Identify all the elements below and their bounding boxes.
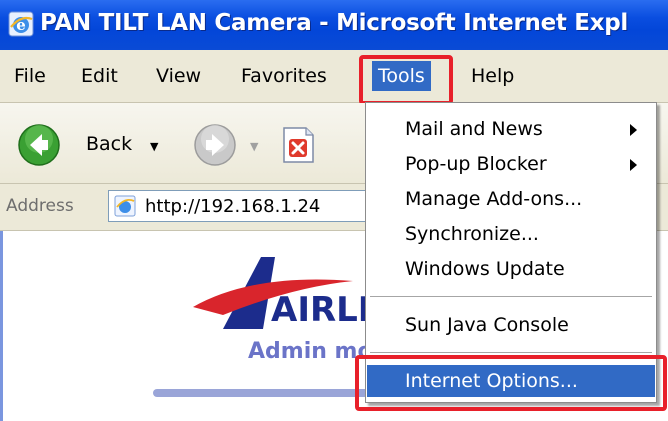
address-label: Address [6, 196, 74, 216]
menu-view[interactable]: View [150, 61, 207, 91]
menu-item-label: Sun Java Console [405, 314, 569, 336]
menu-bar: File Edit View Favorites Tools Help [0, 50, 668, 103]
menu-item-sun-java-console[interactable]: Sun Java Console [367, 309, 655, 341]
menu-item-label: Manage Add-ons... [405, 188, 583, 210]
submenu-arrow-icon [630, 159, 637, 171]
menu-item-popup-blocker[interactable]: Pop-up Blocker [367, 148, 655, 180]
menu-item-label: Windows Update [405, 258, 565, 280]
menu-item-mail-and-news[interactable]: Mail and News [367, 113, 655, 145]
menu-edit[interactable]: Edit [75, 61, 124, 91]
menu-item-label: Pop-up Blocker [405, 153, 547, 175]
logo-text: AIRLI [271, 290, 370, 330]
address-input[interactable]: http://192.168.1.24 [108, 190, 408, 222]
menu-item-label: Synchronize... [405, 223, 539, 245]
menu-item-label: Mail and News [405, 118, 543, 140]
admin-mode-text: Admin mo [248, 339, 373, 364]
back-arrow-icon[interactable] [17, 123, 61, 167]
forward-arrow-icon[interactable] [193, 123, 237, 167]
menu-item-synchronize[interactable]: Synchronize... [367, 218, 655, 250]
forward-dropdown-icon[interactable]: ▼ [250, 140, 258, 153]
content-decorative-bar [153, 389, 383, 397]
back-dropdown-icon[interactable]: ▼ [150, 140, 158, 153]
address-url: http://192.168.1.24 [145, 196, 321, 217]
tools-highlight-box [359, 55, 453, 105]
menu-favorites[interactable]: Favorites [235, 61, 333, 91]
menu-separator [370, 352, 652, 353]
title-bar: e PAN TILT LAN Camera - Microsoft Intern… [0, 0, 668, 50]
menu-item-windows-update[interactable]: Windows Update [367, 253, 655, 285]
menu-separator [370, 296, 652, 297]
internet-explorer-icon: e [8, 11, 34, 37]
menu-item-manage-add-ons[interactable]: Manage Add-ons... [367, 183, 655, 215]
airlink-logo: AIRLI [193, 257, 370, 330]
menu-help[interactable]: Help [465, 61, 520, 91]
window-title: PAN TILT LAN Camera - Microsoft Internet… [40, 10, 628, 36]
stop-icon[interactable] [278, 125, 318, 165]
menu-file[interactable]: File [8, 61, 52, 91]
back-button-label[interactable]: Back [86, 133, 132, 155]
page-icon [114, 195, 136, 217]
internet-options-highlight-box [355, 355, 667, 411]
submenu-arrow-icon [630, 124, 637, 136]
